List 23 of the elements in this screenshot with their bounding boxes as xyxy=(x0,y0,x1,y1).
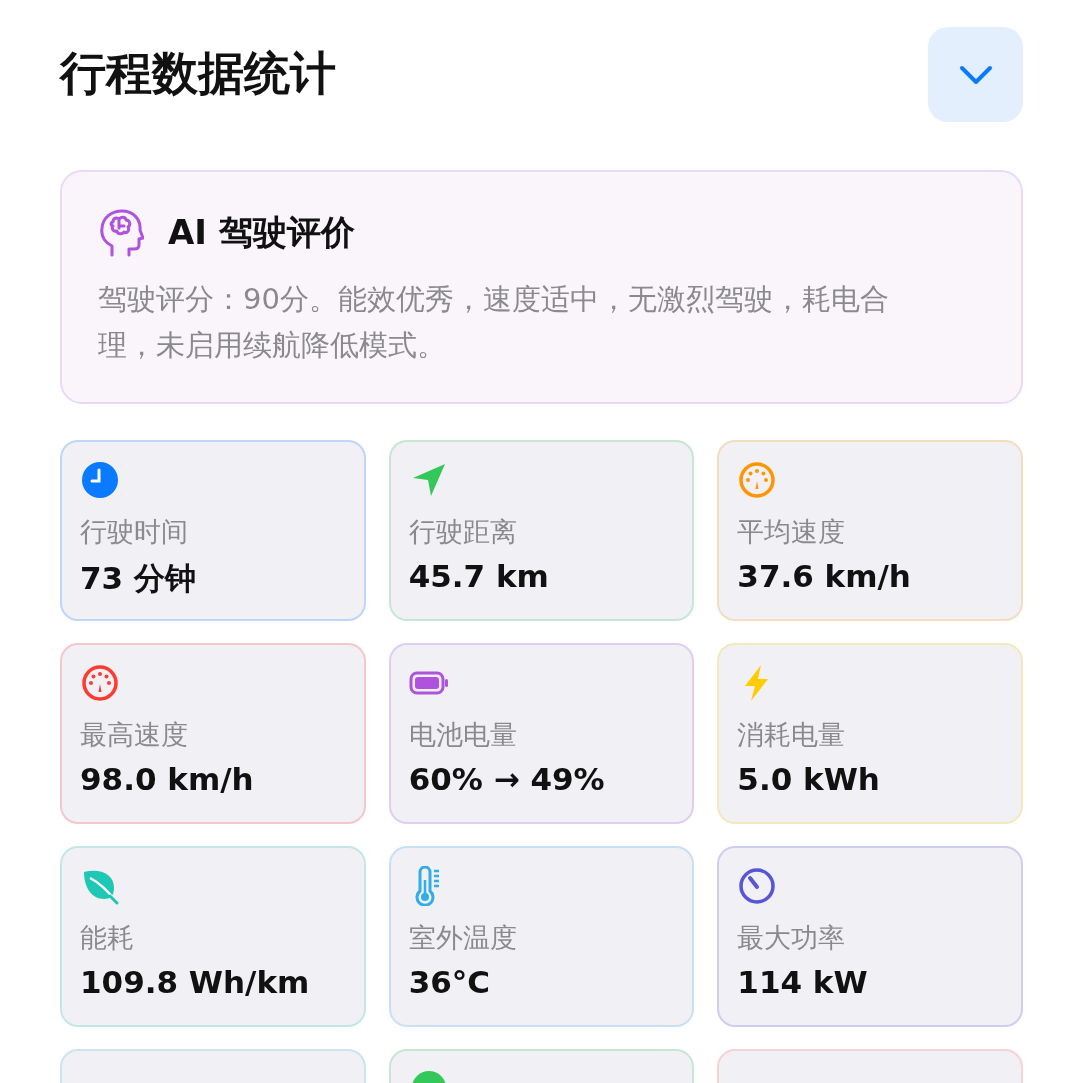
stat-value: 114 kW xyxy=(737,964,869,1000)
stat-label: 电池电量 xyxy=(408,718,518,752)
ai-review-text: 驾驶评分：90分。能效优秀，速度适中，无激烈驾驶，耗电合理，未启用续航降低模式。 xyxy=(98,281,890,364)
brain-head-icon xyxy=(98,208,144,258)
stat-value: 109.8 Wh/km xyxy=(80,964,311,1000)
stat-label: 行驶时间 xyxy=(80,515,189,549)
stat-label: 室外温度 xyxy=(408,921,518,955)
stat-value: 98.0 km/h xyxy=(80,761,255,797)
stat-label: 平均速度 xyxy=(737,515,847,549)
stat-label: 最大功率 xyxy=(737,921,847,955)
stat-value: 60% → 49% xyxy=(408,761,606,797)
stat-value: 45.7 km xyxy=(408,558,550,594)
stat-label: 能耗 xyxy=(80,921,135,955)
stat-value: 37.6 km/h xyxy=(737,558,912,594)
stat-value: 36°C xyxy=(408,964,492,1000)
stat-label: 最高速度 xyxy=(80,718,189,752)
stat-label: 消耗电量 xyxy=(737,718,847,752)
stat-value: 5.0 kWh xyxy=(737,761,881,797)
collapse-button[interactable] xyxy=(928,26,1023,122)
page-title: 行程数据统计 xyxy=(60,45,336,102)
stat-label: 行驶距离 xyxy=(408,515,518,549)
stat-value: 73 分钟 xyxy=(80,559,197,598)
ai-review-heading: AI 驾驶评价 xyxy=(168,211,355,254)
